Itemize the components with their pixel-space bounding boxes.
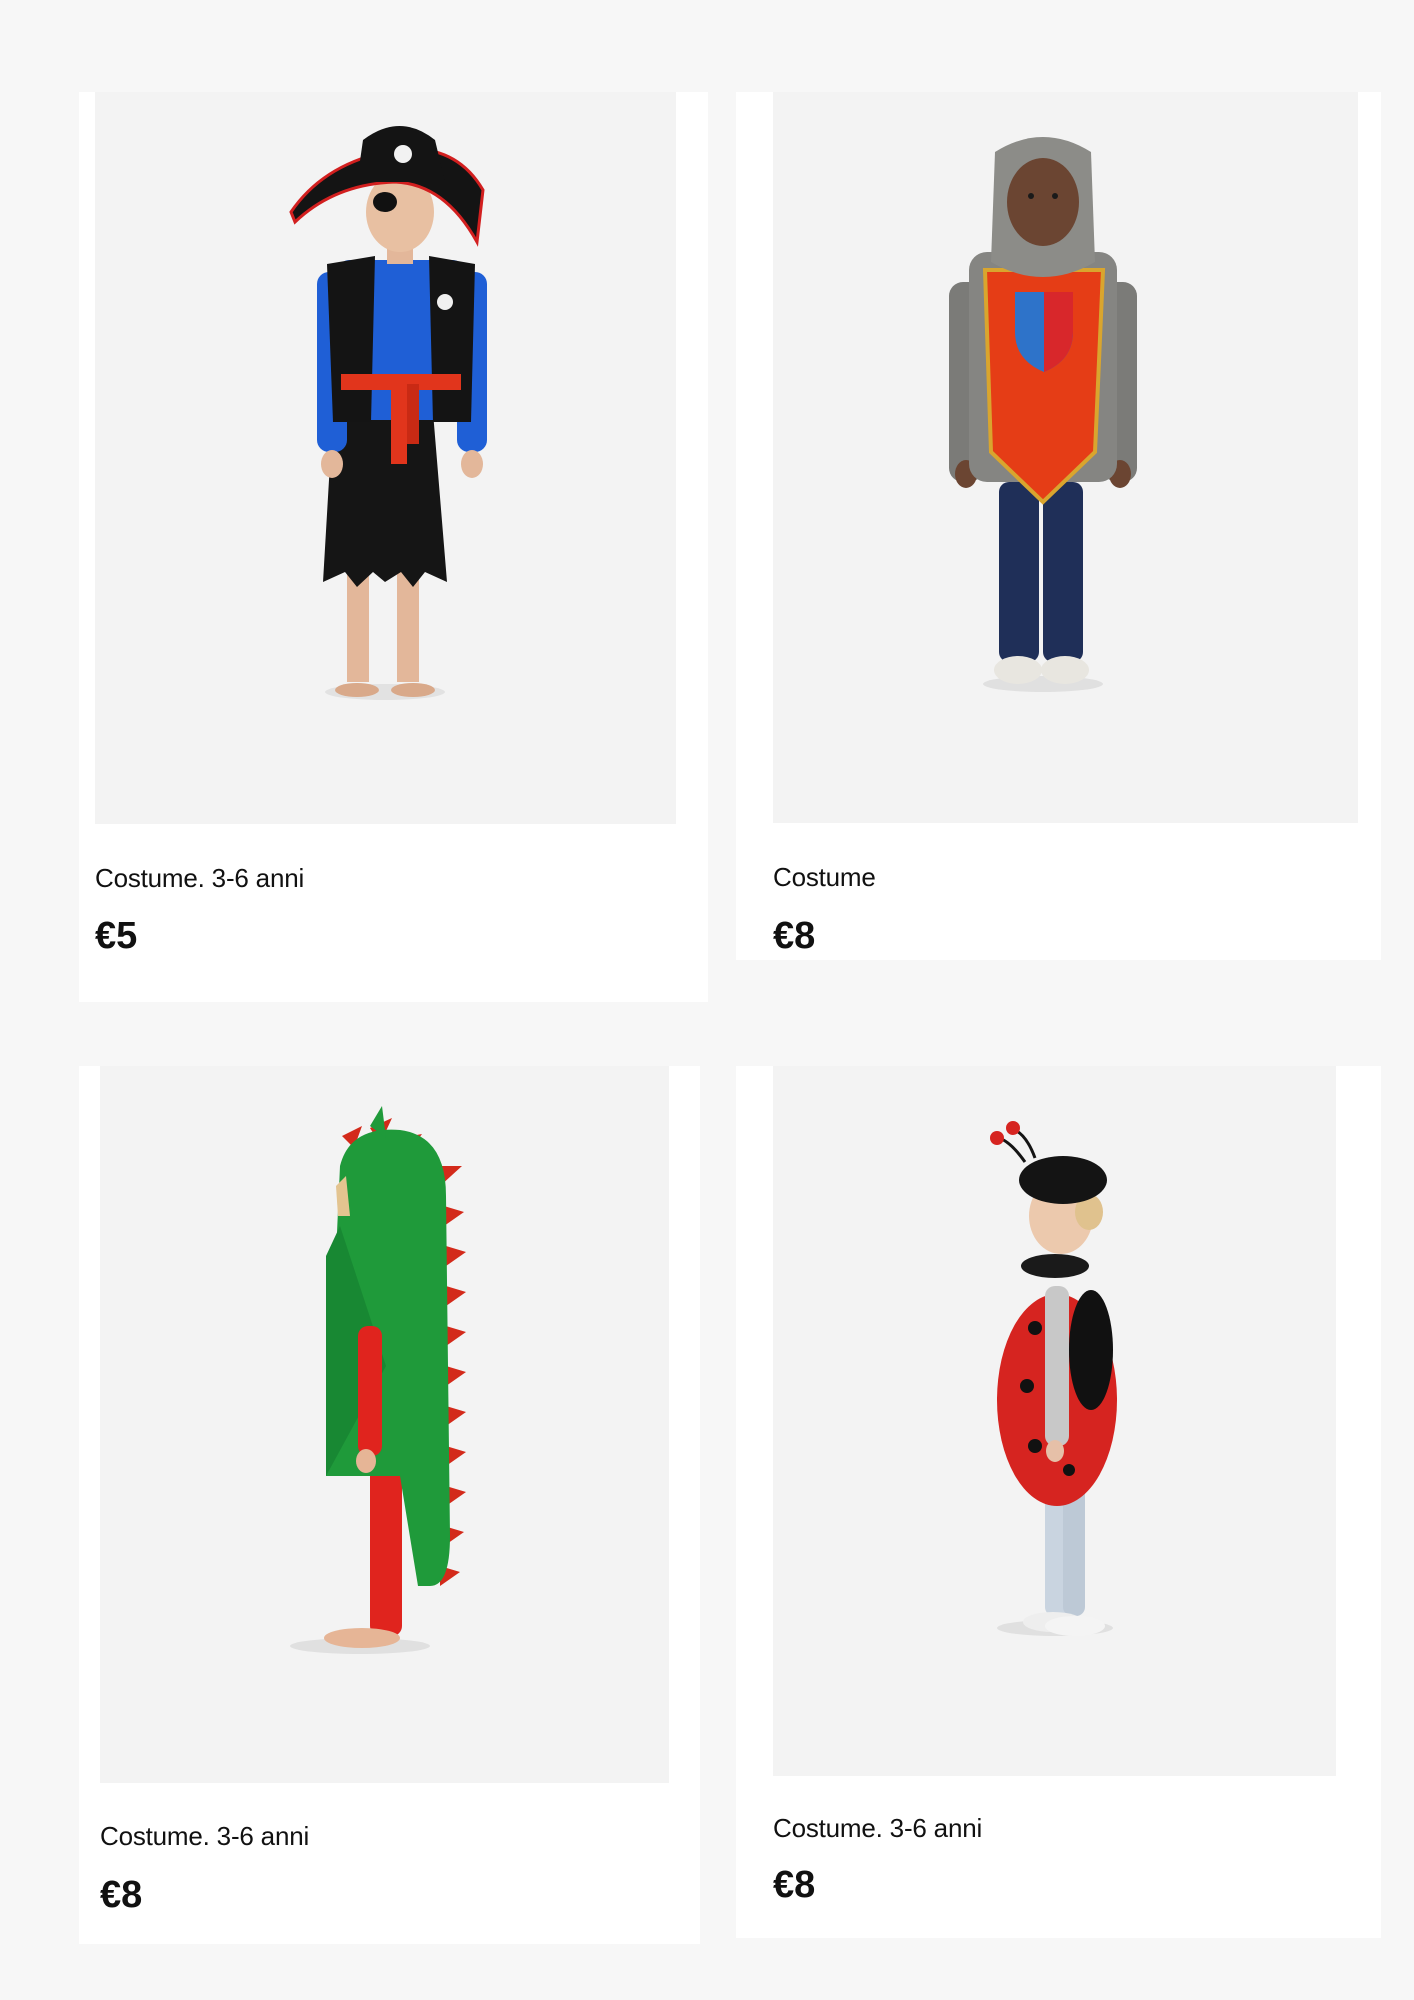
product-card[interactable]: Costume. 3-6 anni €8: [736, 1066, 1381, 1938]
knight-costume-illustration: [949, 137, 1137, 692]
product-card[interactable]: Costume. 3-6 anni €5: [79, 92, 708, 1002]
product-image[interactable]: [100, 1066, 669, 1783]
product-image[interactable]: [773, 1066, 1336, 1776]
pirate-costume-illustration: [289, 126, 487, 700]
product-card[interactable]: Costume. 3-6 anni €8: [79, 1066, 700, 1944]
product-price: €8: [100, 1874, 143, 1916]
product-title[interactable]: Costume. 3-6 anni: [95, 863, 304, 894]
product-title[interactable]: Costume. 3-6 anni: [773, 1813, 982, 1844]
ladybug-costume-illustration: [990, 1121, 1117, 1636]
product-title[interactable]: Costume. 3-6 anni: [100, 1821, 309, 1852]
product-title[interactable]: Costume: [773, 862, 876, 893]
product-price: €8: [773, 1864, 816, 1906]
product-price: €5: [95, 915, 138, 957]
product-price: €8: [773, 915, 816, 957]
product-card[interactable]: Costume €8: [736, 92, 1381, 960]
product-image[interactable]: [773, 92, 1358, 823]
product-image[interactable]: [95, 92, 676, 824]
dragon-costume-illustration: [290, 1106, 466, 1654]
